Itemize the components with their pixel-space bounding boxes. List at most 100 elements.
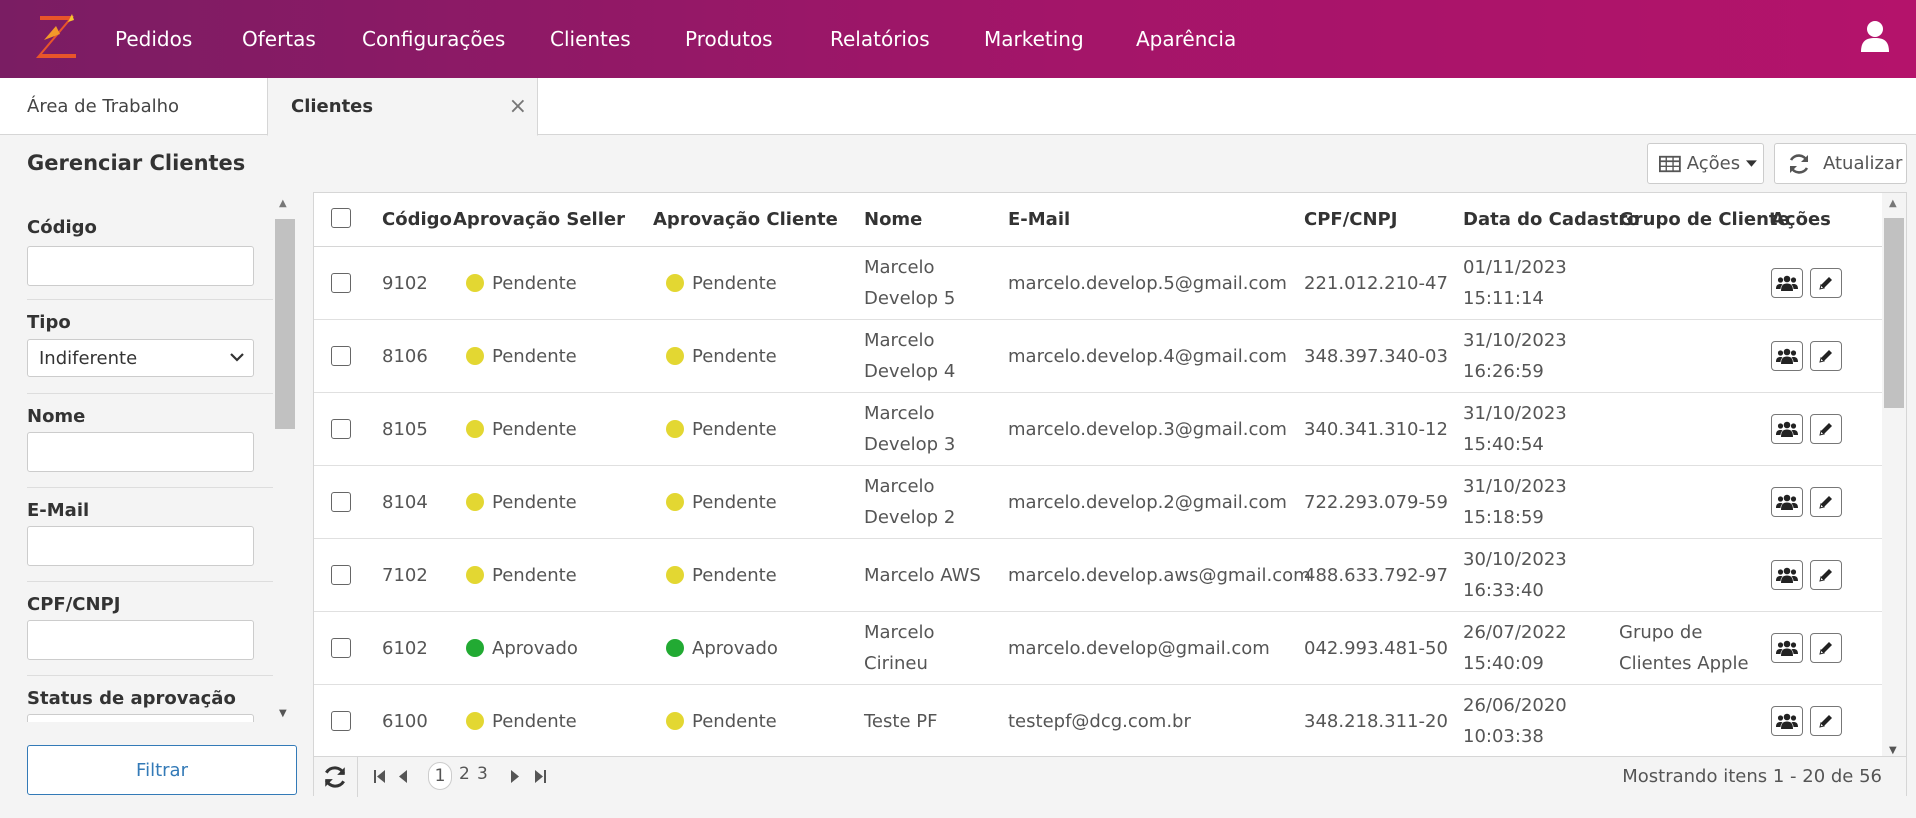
- row-checkbox[interactable]: [331, 346, 351, 366]
- group-users-icon[interactable]: [1771, 633, 1803, 663]
- scroll-up-icon[interactable]: ▲: [279, 198, 287, 209]
- group-users-icon[interactable]: [1771, 414, 1803, 444]
- cell-grupo-cliente-line2: Clientes Apple: [1619, 653, 1749, 674]
- acoes-button[interactable]: Ações: [1647, 143, 1764, 184]
- scroll-down-icon[interactable]: ▼: [1889, 745, 1897, 756]
- status-dot: [466, 274, 484, 292]
- edit-pencil-icon[interactable]: [1810, 706, 1842, 736]
- refresh-icon[interactable]: [322, 765, 348, 789]
- user-icon[interactable]: [1860, 20, 1890, 52]
- nav-item-marketing[interactable]: Marketing: [984, 27, 1084, 51]
- cell-cpf-cnpj: 340.341.310-12: [1304, 419, 1448, 440]
- status-text: Pendente: [492, 419, 577, 440]
- nav-item-configuracoes[interactable]: Configurações: [362, 27, 505, 51]
- tab-area-de-trabalho[interactable]: Área de Trabalho: [27, 78, 179, 135]
- group-users-icon[interactable]: [1771, 268, 1803, 298]
- edit-pencil-icon[interactable]: [1810, 487, 1842, 517]
- status-select[interactable]: [27, 714, 254, 722]
- col-nome[interactable]: Nome: [864, 209, 922, 230]
- status-dot: [666, 420, 684, 438]
- scroll-down-icon[interactable]: ▼: [279, 708, 287, 719]
- cell-nome: Marcelo: [864, 403, 935, 424]
- brand-logo-icon[interactable]: [30, 10, 82, 62]
- close-icon[interactable]: ×: [509, 94, 527, 119]
- table-row[interactable]: 8104 Pendente Pendente Marcelo Develop 2 marc…: [314, 466, 1882, 539]
- select-all-checkbox[interactable]: [331, 208, 351, 228]
- scroll-up-icon[interactable]: ▲: [1889, 198, 1897, 209]
- table-row[interactable]: 8105 Pendente Pendente Marcelo Develop 3 marc…: [314, 393, 1882, 466]
- codigo-field[interactable]: [27, 246, 254, 286]
- page-3-button[interactable]: 3: [477, 764, 488, 784]
- cell-codigo: 8104: [382, 492, 428, 513]
- cell-codigo: 8105: [382, 419, 428, 440]
- nav-item-pedidos[interactable]: Pedidos: [115, 27, 192, 51]
- grid-scrollbar-thumb[interactable]: [1884, 218, 1904, 408]
- atualizar-button[interactable]: Atualizar: [1774, 143, 1907, 184]
- tab-clientes[interactable]: Clientes ×: [267, 78, 538, 136]
- group-users-icon[interactable]: [1771, 560, 1803, 590]
- filter-panel: Código Tipo Indiferente Nome E-Mail CPF/…: [27, 193, 297, 722]
- row-checkbox[interactable]: [331, 273, 351, 293]
- cell-data-cadastro: 26/07/2022: [1463, 622, 1567, 643]
- col-grupo-cliente[interactable]: Grupo de Cliente: [1619, 209, 1790, 230]
- grid-scrollbar[interactable]: ▲ ▼: [1882, 193, 1906, 758]
- row-checkbox[interactable]: [331, 638, 351, 658]
- nav-item-ofertas[interactable]: Ofertas: [242, 27, 316, 51]
- col-email[interactable]: E-Mail: [1008, 209, 1070, 230]
- tipo-select[interactable]: Indiferente: [27, 339, 254, 377]
- row-checkbox[interactable]: [331, 419, 351, 439]
- status-dot: [466, 566, 484, 584]
- col-codigo[interactable]: Código: [382, 209, 452, 230]
- table-row[interactable]: 8106 Pendente Pendente Marcelo Develop 4 marc…: [314, 320, 1882, 393]
- status-text: Aprovado: [492, 638, 578, 659]
- page-2-button[interactable]: 2: [459, 764, 470, 784]
- status-text: Pendente: [492, 565, 577, 586]
- group-users-icon[interactable]: [1771, 341, 1803, 371]
- filter-scrollbar-thumb[interactable]: [275, 219, 295, 429]
- table-row[interactable]: 6102 Aprovado Aprovado Marcelo Cirineu marcel…: [314, 612, 1882, 685]
- nav-item-relatorios[interactable]: Relatórios: [830, 27, 930, 51]
- nome-field[interactable]: [27, 432, 254, 472]
- pager-divider: [357, 757, 358, 797]
- cpf-field[interactable]: [27, 620, 254, 660]
- edit-pencil-icon[interactable]: [1810, 560, 1842, 590]
- nav-item-produtos[interactable]: Produtos: [685, 27, 773, 51]
- col-aprovacao-cliente[interactable]: Aprovação Cliente: [653, 209, 838, 230]
- filter-scrollbar[interactable]: ▲ ▼: [273, 193, 295, 722]
- col-aprovacao-seller[interactable]: Aprovação Seller: [453, 209, 625, 230]
- first-page-icon[interactable]: [374, 770, 386, 783]
- cell-email: marcelo.develop.2@gmail.com: [1008, 492, 1287, 513]
- row-checkbox[interactable]: [331, 492, 351, 512]
- nav-item-clientes[interactable]: Clientes: [550, 27, 631, 51]
- filter-nome-label: Nome: [27, 406, 86, 427]
- next-page-icon[interactable]: [510, 770, 520, 783]
- table-row[interactable]: 9102 Pendente Pendente Marcelo Develop 5 marc…: [314, 247, 1882, 320]
- row-checkbox[interactable]: [331, 565, 351, 585]
- pager-info: Mostrando itens 1 - 20 de 56: [1622, 766, 1882, 787]
- prev-page-icon[interactable]: [398, 770, 408, 783]
- email-field[interactable]: [27, 526, 254, 566]
- clients-grid: Código Aprovação Seller Aprovação Client…: [313, 192, 1907, 797]
- table-row[interactable]: 6100 Pendente Pendente Teste PF testepf@dcg.…: [314, 685, 1882, 758]
- filter-tipo-label: Tipo: [27, 312, 71, 333]
- col-data-cadastro[interactable]: Data do Cadastro: [1463, 209, 1640, 230]
- table-row[interactable]: 7102 Pendente Pendente Marcelo AWS marcelo.d…: [314, 539, 1882, 612]
- status-text: Pendente: [692, 346, 777, 367]
- filter-status-label: Status de aprovação: [27, 688, 236, 709]
- filtrar-button[interactable]: Filtrar: [27, 745, 297, 795]
- edit-pencil-icon[interactable]: [1810, 633, 1842, 663]
- cell-codigo: 6102: [382, 638, 428, 659]
- edit-pencil-icon[interactable]: [1810, 268, 1842, 298]
- group-users-icon[interactable]: [1771, 487, 1803, 517]
- row-checkbox[interactable]: [331, 711, 351, 731]
- filter-cpf: CPF/CNPJ: [27, 582, 273, 676]
- chevron-down-icon: [230, 353, 244, 362]
- page-1-button[interactable]: 1: [428, 762, 452, 790]
- edit-pencil-icon[interactable]: [1810, 341, 1842, 371]
- edit-pencil-icon[interactable]: [1810, 414, 1842, 444]
- nav-item-aparencia[interactable]: Aparência: [1136, 27, 1236, 51]
- group-users-icon[interactable]: [1771, 706, 1803, 736]
- status-text: Pendente: [492, 346, 577, 367]
- last-page-icon[interactable]: [534, 770, 546, 783]
- col-cpf-cnpj[interactable]: CPF/CNPJ: [1304, 209, 1397, 230]
